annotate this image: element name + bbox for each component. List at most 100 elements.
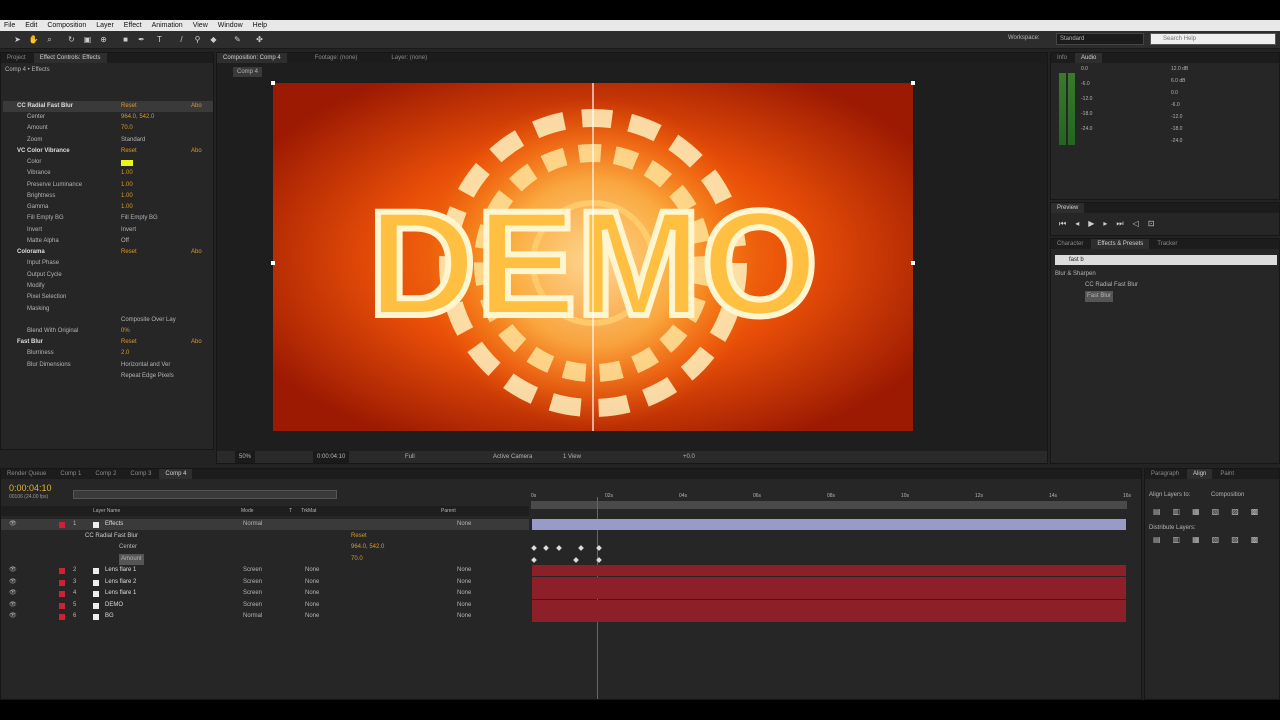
layer-parent[interactable]: None bbox=[457, 577, 471, 588]
effect-header[interactable]: Fast Blur Reset Abo bbox=[3, 337, 213, 348]
effect-reset[interactable]: Reset bbox=[121, 146, 137, 157]
layer-duration-bar[interactable] bbox=[532, 599, 1126, 611]
effect-property[interactable]: Pixel Selection bbox=[3, 292, 213, 303]
preset-fast-blur[interactable]: Fast Blur bbox=[1085, 291, 1114, 302]
search-help-input[interactable]: Search Help bbox=[1150, 33, 1276, 45]
layer-trkmat[interactable]: None bbox=[305, 588, 319, 599]
layer-name[interactable]: Lens flare 1 bbox=[105, 565, 136, 576]
property-value[interactable]: Off bbox=[121, 236, 129, 247]
menu-layer[interactable]: Layer bbox=[96, 22, 114, 29]
effect-about[interactable]: Abo bbox=[191, 247, 202, 258]
layer-duration-bar[interactable] bbox=[532, 519, 1126, 530]
workspace-select[interactable]: Standard bbox=[1056, 33, 1144, 45]
effect-property[interactable]: Modify bbox=[3, 281, 213, 292]
eye-icon[interactable]: 👁 bbox=[9, 519, 17, 530]
layer-duration-bar[interactable] bbox=[532, 565, 1126, 576]
effect-property[interactable]: Fill Empty BG Fill Empty BG bbox=[3, 213, 213, 224]
roto-brush-tool-icon[interactable]: ✎ bbox=[232, 34, 243, 45]
layer-trkmat[interactable]: None bbox=[305, 577, 319, 588]
hand-tool-icon[interactable]: ✋ bbox=[28, 34, 39, 45]
property-value[interactable]: 964.0, 542.0 bbox=[121, 112, 154, 123]
label-color[interactable] bbox=[59, 614, 65, 620]
menu-composition[interactable]: Composition bbox=[47, 22, 86, 29]
eye-icon[interactable]: 👁 bbox=[9, 577, 17, 588]
zoom-level-select[interactable]: 50% bbox=[235, 451, 256, 463]
effect-property[interactable]: Center 964.0, 542.0 bbox=[3, 112, 213, 123]
layer-row[interactable]: 👁 3 Lens flare 2 Screen None None bbox=[1, 577, 529, 588]
eraser-tool-icon[interactable]: ◆ bbox=[208, 34, 219, 45]
layer-name[interactable]: BG bbox=[105, 611, 114, 622]
effect-header[interactable]: CC Radial Fast Blur Reset Abo bbox=[3, 101, 213, 112]
effect-property[interactable]: Amount 70.0 bbox=[3, 123, 213, 134]
layer-row[interactable]: 👁 6 BG Normal None None bbox=[1, 611, 529, 622]
selection-tool-icon[interactable]: ➤ bbox=[12, 34, 23, 45]
effect-property[interactable]: Output Cycle bbox=[3, 270, 213, 281]
effect-reset[interactable]: Reset bbox=[121, 337, 137, 348]
menu-view[interactable]: View bbox=[193, 22, 208, 29]
puppet-tool-icon[interactable]: ✤ bbox=[254, 34, 265, 45]
property-value[interactable]: 1.00 bbox=[121, 191, 133, 202]
tab-paint[interactable]: Paint bbox=[1214, 469, 1240, 479]
effect-property[interactable]: Vibrance 1.00 bbox=[3, 168, 213, 179]
effect-about[interactable]: Abo bbox=[191, 101, 202, 112]
handle-tr[interactable] bbox=[911, 81, 915, 85]
handle-ml[interactable] bbox=[271, 261, 275, 265]
type-tool-icon[interactable]: T bbox=[154, 34, 165, 45]
menu-file[interactable]: File bbox=[4, 22, 15, 29]
menu-help[interactable]: Help bbox=[253, 22, 267, 29]
keyframe[interactable] bbox=[543, 545, 549, 551]
tab-comp-1[interactable]: Comp 1 bbox=[54, 469, 87, 479]
comp-canvas[interactable]: DEMO bbox=[271, 81, 915, 431]
label-color[interactable] bbox=[59, 591, 65, 597]
rotate-tool-icon[interactable]: ↻ bbox=[66, 34, 77, 45]
tab-paragraph[interactable]: Paragraph bbox=[1145, 469, 1185, 479]
sub-center-value[interactable]: 964.0, 542.0 bbox=[351, 542, 384, 553]
keyframe[interactable] bbox=[573, 556, 579, 563]
eye-icon[interactable]: 👁 bbox=[9, 588, 17, 599]
effect-property[interactable]: Gamma 1.00 bbox=[3, 202, 213, 213]
tab-character[interactable]: Character bbox=[1051, 239, 1089, 249]
camera-tool-icon[interactable]: ▣ bbox=[82, 34, 93, 45]
pen-tool-icon[interactable]: ✒ bbox=[136, 34, 147, 45]
layer-parent[interactable]: None bbox=[457, 611, 471, 622]
property-value[interactable]: Invert bbox=[121, 225, 136, 236]
layer-mode[interactable]: Screen bbox=[243, 577, 262, 588]
effect-property[interactable]: Composite Over Lay bbox=[3, 315, 213, 326]
layer-row[interactable]: Amount 70.0 bbox=[1, 553, 529, 565]
effect-property[interactable]: Zoom Standard bbox=[3, 135, 213, 146]
timeline-search-input[interactable] bbox=[73, 490, 337, 499]
keyframe[interactable] bbox=[596, 556, 602, 563]
keyframe[interactable] bbox=[531, 545, 537, 551]
tab-audio[interactable]: Audio bbox=[1075, 53, 1103, 63]
property-value[interactable]: Composite Over Lay bbox=[121, 315, 176, 326]
effect-property[interactable]: Color bbox=[3, 157, 213, 168]
tab-layer[interactable]: Layer: (none) bbox=[385, 53, 433, 63]
effect-reset[interactable]: Reset bbox=[121, 247, 137, 258]
property-value[interactable]: Repeat Edge Pixels bbox=[121, 371, 174, 382]
layer-parent[interactable]: None bbox=[457, 565, 471, 576]
layer-trkmat[interactable]: None bbox=[305, 600, 319, 611]
layer-name[interactable]: Effects bbox=[105, 519, 123, 530]
layer-duration-bar[interactable] bbox=[532, 576, 1126, 588]
tab-footage[interactable]: Footage: (none) bbox=[309, 53, 364, 63]
layer-mode[interactable]: Normal bbox=[243, 611, 262, 622]
tab-composition[interactable]: Composition: Comp 4 bbox=[217, 53, 287, 63]
layer-row[interactable]: 👁 5 DEMO Screen None None bbox=[1, 600, 529, 611]
work-area-bar[interactable] bbox=[531, 501, 1127, 509]
brush-tool-icon[interactable]: / bbox=[176, 34, 187, 45]
keyframe[interactable] bbox=[531, 556, 537, 563]
layer-parent[interactable]: None bbox=[457, 600, 471, 611]
layer-parent[interactable]: None bbox=[457, 519, 471, 530]
preset-cc-radial-fast-blur[interactable]: CC Radial Fast Blur bbox=[1085, 280, 1138, 291]
property-value[interactable]: 1.00 bbox=[121, 168, 133, 179]
layer-duration-bar[interactable] bbox=[532, 611, 1126, 622]
effect-property[interactable]: Preserve Luminance 1.00 bbox=[3, 180, 213, 191]
exposure-value[interactable]: +0.0 bbox=[683, 451, 695, 463]
layer-name[interactable]: DEMO bbox=[105, 600, 123, 611]
keyframe[interactable] bbox=[578, 545, 584, 551]
property-value[interactable]: Horizontal and Ver bbox=[121, 360, 170, 371]
resolution-select[interactable]: Full bbox=[405, 451, 415, 463]
effect-reset[interactable]: Reset bbox=[121, 101, 137, 112]
tab-render-queue[interactable]: Render Queue bbox=[1, 469, 52, 479]
effect-about[interactable]: Abo bbox=[191, 146, 202, 157]
